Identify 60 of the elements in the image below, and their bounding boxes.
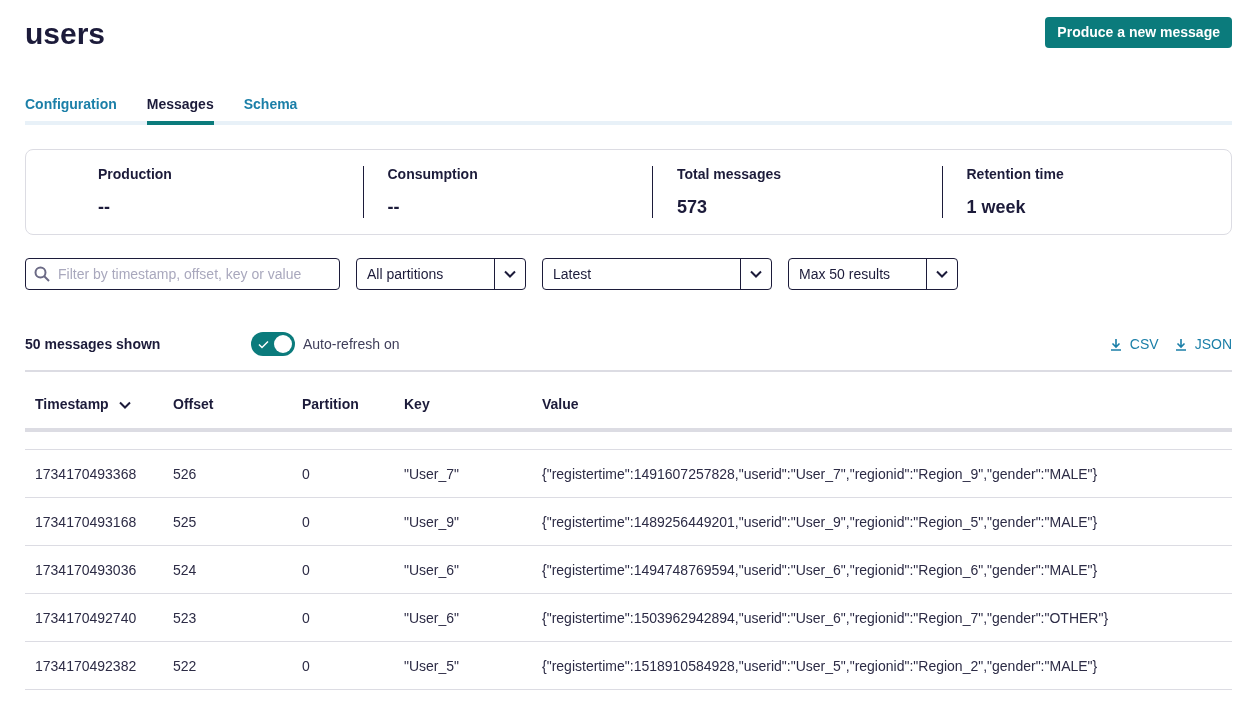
check-icon — [258, 339, 269, 349]
table-cell: 1734170493368 — [35, 465, 137, 482]
tab[interactable]: Configuration — [25, 94, 117, 125]
column-header[interactable]: Partition — [302, 394, 359, 415]
table-cell: 1734170493168 — [35, 513, 137, 530]
table-cell: 526 — [173, 465, 197, 482]
table-cell: 1734170492740 — [35, 609, 137, 626]
column-header[interactable]: Offset — [173, 394, 214, 415]
stat-value: -- — [387, 196, 401, 218]
table-cell: 0 — [302, 561, 310, 578]
table-cell: {"registertime":1491607257828,"userid":"User_7","regionid":"Region_9","gender":"MALE"} — [542, 465, 1098, 482]
table-cell: 525 — [173, 513, 197, 530]
stat-value: 1 week — [966, 196, 1027, 218]
download-icon — [1174, 337, 1187, 351]
select-dropdown[interactable]: Max 50 results — [788, 258, 958, 290]
chevron-down-icon — [750, 270, 762, 278]
tab[interactable]: Messages — [146, 94, 214, 125]
table-cell: 523 — [173, 609, 197, 626]
table-cell: 0 — [302, 465, 310, 482]
stat-label: Retention time — [966, 166, 1065, 182]
table-cell: {"registertime":1503962942894,"userid":"User_6","regionid":"Region_7","gender":"OTHER"} — [542, 609, 1109, 626]
table-cell: "User_5" — [404, 657, 460, 674]
stat-label: Consumption — [387, 166, 479, 182]
produce-message-button[interactable]: Produce a new message — [1045, 17, 1232, 48]
table-cell: 0 — [302, 609, 310, 626]
table-cell: 1734170493036 — [35, 561, 137, 578]
search-icon — [34, 266, 50, 282]
table-cell: {"registertime":1518910584928,"userid":"User_5","regionid":"Region_2","gender":"MALE"} — [542, 657, 1098, 674]
table-cell: "User_6" — [404, 561, 460, 578]
stat-value: 573 — [677, 196, 709, 218]
table-cell: 1734170492382 — [35, 657, 137, 674]
table-cell: {"registertime":1489256449201,"userid":"User_9","regionid":"Region_5","gender":"MALE"} — [542, 513, 1098, 530]
table-cell: "User_9" — [404, 513, 460, 530]
stat-label: Total messages — [677, 166, 782, 182]
page-title: users — [25, 17, 106, 51]
table-cell: 524 — [173, 561, 197, 578]
stat-label: Production — [98, 166, 173, 182]
table-cell: {"registertime":1494748769594,"userid":"User_6","regionid":"Region_6","gender":"MALE"} — [542, 561, 1098, 578]
table-cell: "User_7" — [404, 465, 460, 482]
select-dropdown[interactable]: All partitions — [356, 258, 526, 290]
chevron-down-icon — [118, 400, 131, 409]
table-cell: 522 — [173, 657, 197, 674]
search-field[interactable]: Filter by timestamp, offset, key or value — [25, 258, 340, 290]
messages-count: 50 messages shown — [25, 334, 162, 354]
table-cell: 0 — [302, 657, 310, 674]
download-icon — [1109, 337, 1122, 351]
download-link[interactable]: CSV — [1109, 333, 1159, 355]
table-cell: 0 — [302, 513, 310, 530]
chevron-down-icon — [936, 270, 948, 278]
column-header[interactable]: Timestamp — [35, 394, 131, 415]
tab[interactable]: Schema — [243, 94, 298, 125]
column-header[interactable]: Value — [542, 394, 579, 415]
chevron-down-icon — [504, 270, 516, 278]
table-cell: "User_6" — [404, 609, 460, 626]
auto-refresh-toggle[interactable] — [251, 332, 295, 356]
auto-refresh-label: Auto-refresh on — [303, 334, 400, 354]
download-link[interactable]: JSON — [1174, 333, 1232, 355]
select-dropdown[interactable]: Latest — [542, 258, 772, 290]
stat-value: -- — [98, 196, 111, 218]
column-header[interactable]: Key — [404, 394, 430, 415]
